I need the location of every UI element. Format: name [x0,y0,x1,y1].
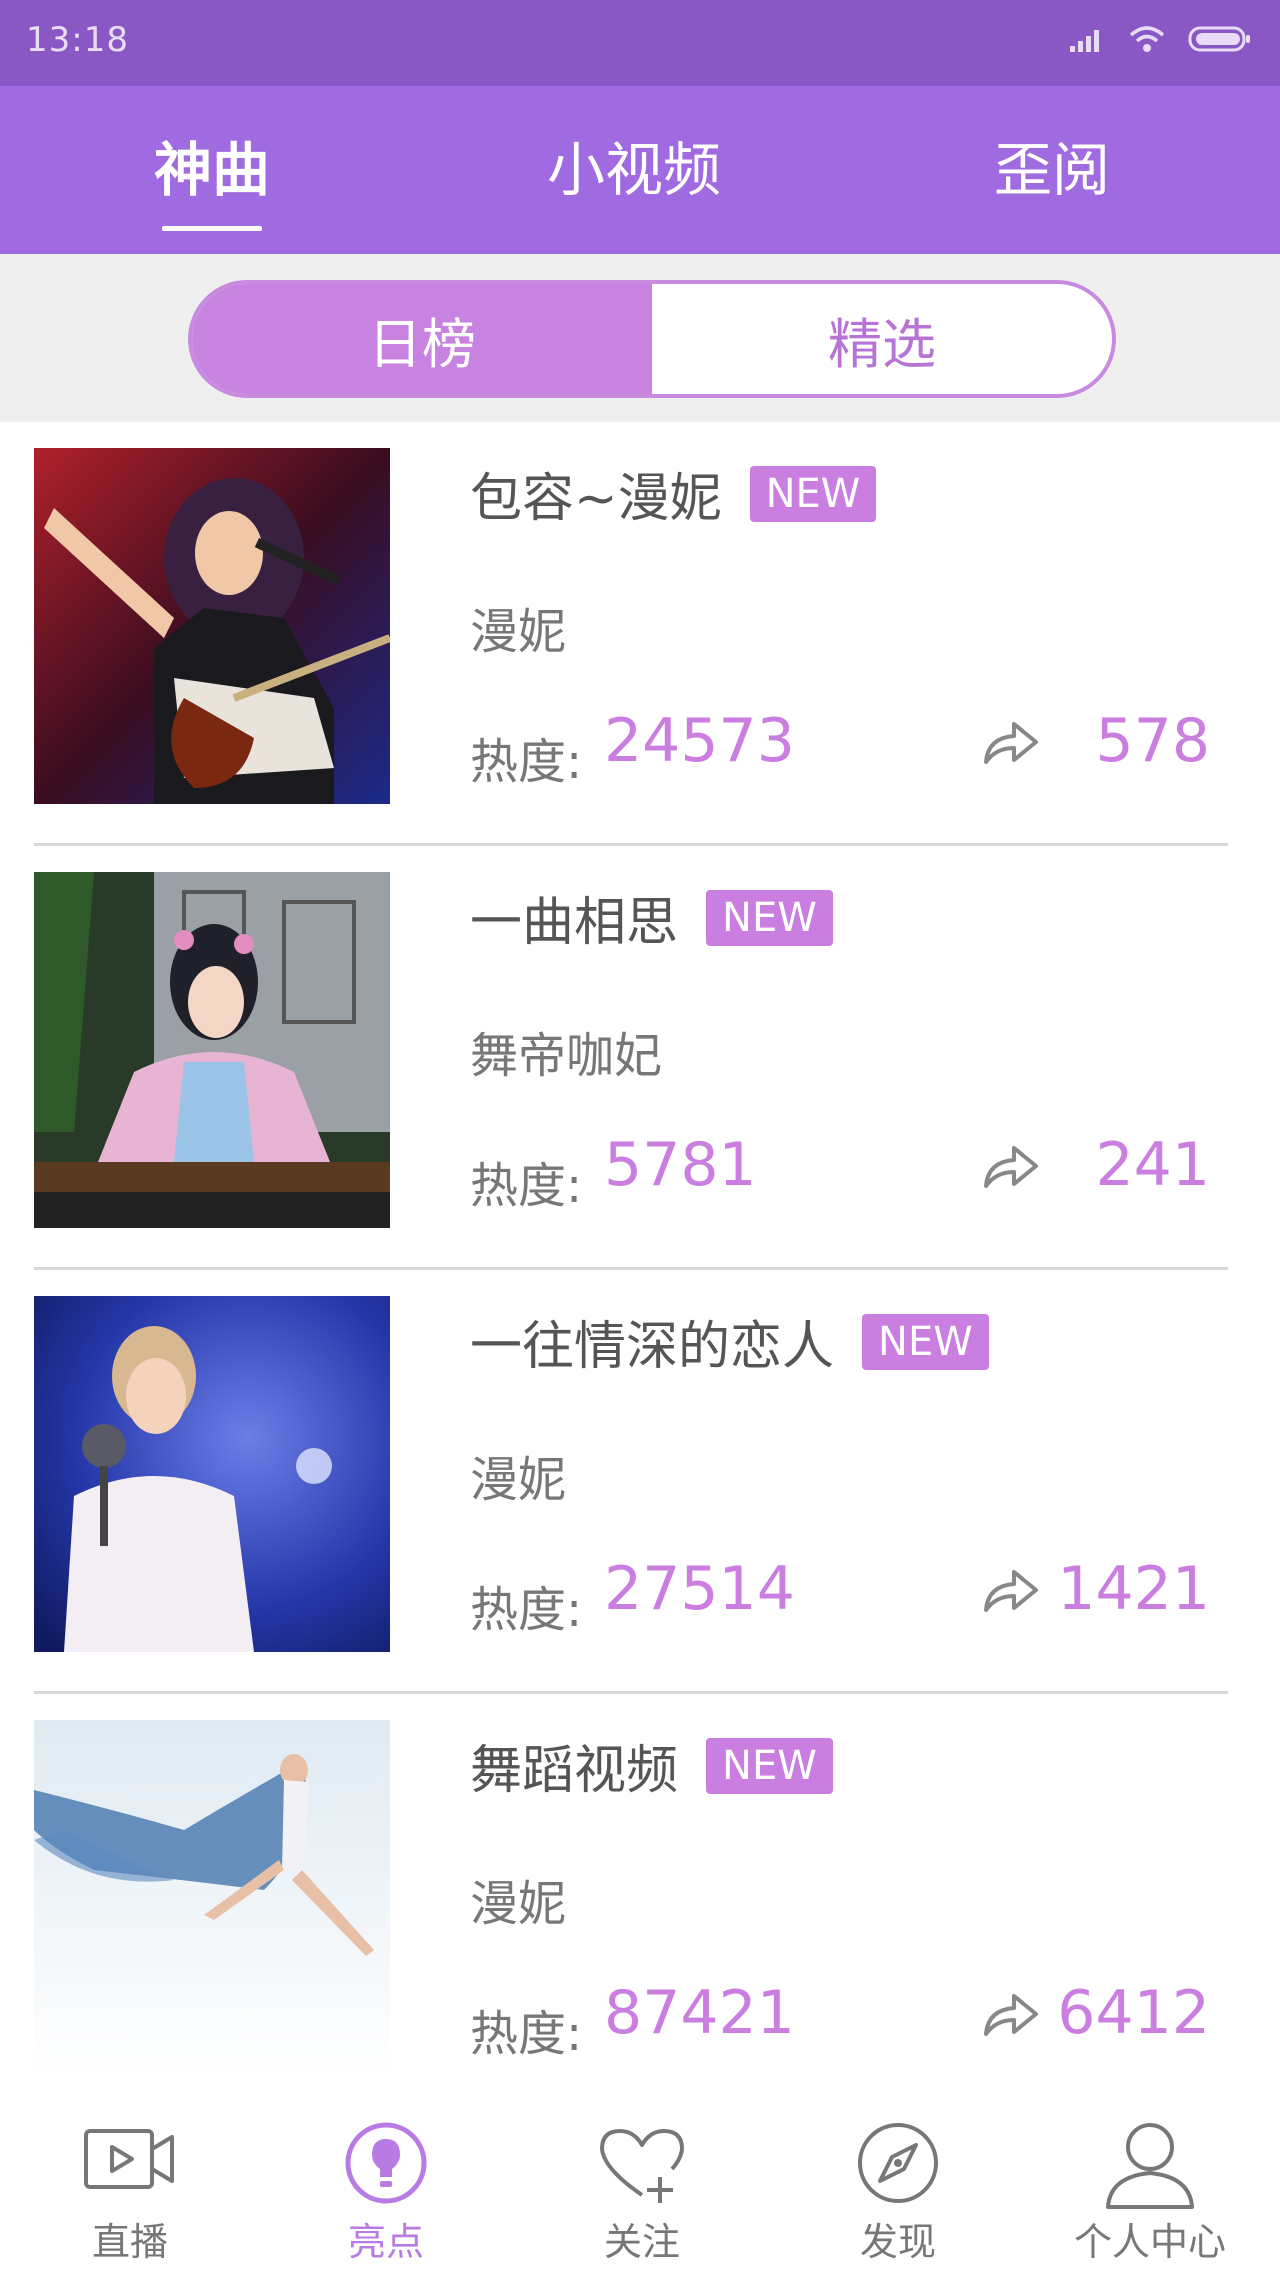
share-count: 1421 [1057,1554,1210,1624]
heat-label: 热度: [470,2006,583,2062]
new-badge: NEW [706,1737,833,1794]
battery-icon [1188,26,1250,52]
new-badge: NEW [749,465,877,522]
wifi-icon [1129,26,1165,52]
dancer-scarf-photo [34,1720,390,2076]
list-item[interactable]: 一曲相思 NEW 舞帝咖妃 热度: 5781 241 [0,846,1280,1270]
heat-value: 5781 [604,1130,757,1200]
bottom-nav-follow[interactable]: 关注 [514,2085,770,2275]
segment-daily[interactable]: 日榜 [192,284,652,394]
bottom-nav-discover[interactable]: 发现 [770,2085,1026,2275]
heart-plus-icon [600,2129,684,2203]
tab-shenqu-label: 神曲 [153,136,270,204]
share-icon[interactable] [980,718,1040,768]
status-icons [1068,24,1252,54]
singer-guitar-photo [34,448,390,804]
bottom-nav: 直播 亮点 关注 发现 个人中心 [0,2085,1280,2275]
tab-short-video-label: 小视频 [546,136,721,204]
heat-label: 热度: [470,1158,583,1214]
list-item[interactable]: 舞蹈视频 NEW 漫妮 热度: 87421 6412 [0,1694,1280,2118]
list-item[interactable]: 包容~漫妮 NEW 漫妮 热度: 24573 578 [0,422,1280,846]
bottom-nav-live-label: 直播 [91,2220,168,2264]
bottom-nav-follow-label: 关注 [603,2220,680,2264]
song-title-text: 一往情深的恋人 [470,1317,835,1377]
bottom-nav-highlights[interactable]: 亮点 [258,2085,514,2275]
heat-label: 热度: [470,734,583,790]
status-time: 13:18 [26,20,129,60]
signal-icon [1070,30,1099,52]
share-count: 6412 [1057,1978,1210,2048]
new-badge: NEW [862,1313,989,1370]
artist-name: 漫妮 [470,1452,567,1508]
artist-name: 漫妮 [470,604,567,660]
segment-area: 日榜 精选 [0,254,1280,422]
active-tab-underline [162,226,262,231]
person-icon [1106,2123,1194,2209]
new-badge: NEW [706,889,833,946]
status-bar: 13:18 [0,0,1280,86]
share-icon[interactable] [980,1142,1040,1192]
share-icon[interactable] [980,1990,1040,2040]
song-title: 一曲相思 NEW [470,880,833,955]
song-title-text: 舞蹈视频 [470,1741,679,1801]
bottom-nav-profile[interactable]: 个人中心 [1022,2085,1278,2275]
song-title: 舞蹈视频 NEW [470,1728,833,1803]
singer-microphone-photo [34,1296,390,1652]
heat-value: 24573 [604,706,795,776]
lightbulb-icon [345,2122,427,2204]
share-icon[interactable] [980,1566,1040,1616]
compass-icon [858,2123,938,2203]
share-count: 578 [1095,706,1210,776]
song-title-text: 包容~漫妮 [470,469,722,529]
song-title-text: 一曲相思 [470,893,679,953]
tab-short-video[interactable]: 小视频 [504,134,764,206]
tab-waiyue-label: 歪阅 [993,136,1110,204]
artist-name: 漫妮 [470,1876,567,1932]
heat-value: 87421 [604,1978,795,2048]
song-title: 一往情深的恋人 NEW [470,1304,989,1379]
bottom-nav-highlights-label: 亮点 [347,2220,424,2264]
tab-waiyue[interactable]: 歪阅 [922,134,1182,206]
bottom-nav-live[interactable]: 直播 [2,2085,258,2275]
artist-name: 舞帝咖妃 [470,1028,663,1084]
heat-value: 27514 [604,1554,795,1624]
segmented-control: 日榜 精选 [188,280,1116,398]
song-title: 包容~漫妮 NEW [470,456,877,531]
top-nav: 神曲 小视频 歪阅 [0,86,1280,254]
list-item[interactable]: 一往情深的恋人 NEW 漫妮 热度: 27514 1421 [0,1270,1280,1694]
share-count: 241 [1095,1130,1210,1200]
video-camera-icon [84,2129,174,2189]
tab-shenqu[interactable]: 神曲 [82,134,342,231]
heat-label: 热度: [470,1582,583,1638]
bottom-nav-discover-label: 发现 [859,2220,936,2264]
guzheng-player-photo [34,872,390,1228]
segment-featured[interactable]: 精选 [652,284,1112,394]
bottom-nav-profile-label: 个人中心 [1073,2220,1226,2264]
